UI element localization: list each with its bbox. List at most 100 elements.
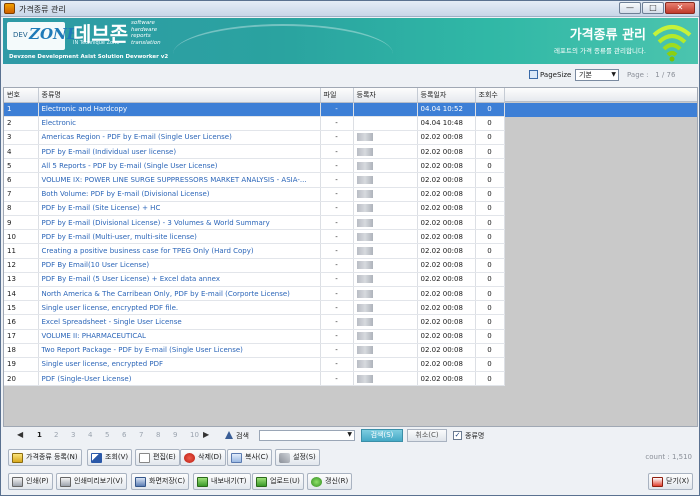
- table-row[interactable]: 14 North America & The Carribean Only, PD…: [4, 286, 505, 302]
- row-date: 02.02 00:08: [417, 258, 476, 273]
- row-date: 02.02 00:08: [417, 243, 476, 259]
- column-header-name[interactable]: 종류명: [38, 88, 321, 103]
- table-row[interactable]: 4 PDF by E-mail (Individual user license)…: [4, 144, 505, 160]
- table-row[interactable]: 13 PDF By E-mail (5 User License) + Excel…: [4, 272, 505, 287]
- copy-button[interactable]: 복사(C): [227, 449, 273, 466]
- row-name: Excel Spreadsheet - Single User License: [38, 314, 321, 330]
- view-button[interactable]: 조회(V): [87, 449, 133, 466]
- cancel-button[interactable]: 취소(C): [407, 429, 447, 442]
- table-row[interactable]: 10 PDF by E-mail (Multi-user, multi-site …: [4, 229, 505, 245]
- page-link[interactable]: 10: [190, 431, 199, 439]
- pager-bar: ◀ 1 2 3 4 5 6 7 8 9 10 ▶ 검색 ▼ 검색(S) 취소(C) ✓ 종류명: [3, 429, 698, 443]
- search-icon: [225, 431, 233, 439]
- row-file: -: [320, 158, 354, 174]
- print-preview-button[interactable]: 인쇄미리보기(V): [56, 473, 127, 490]
- row-name: PDF By E-mail (5 User License) + Excel d…: [38, 272, 321, 287]
- page-link[interactable]: 1: [37, 431, 42, 439]
- column-header-views[interactable]: 조회수: [475, 88, 505, 103]
- table-row[interactable]: 7 Both Volume: PDF by E-mail (Divisional …: [4, 187, 505, 202]
- prev-page-button[interactable]: ◀: [17, 430, 23, 439]
- column-header-file[interactable]: 파일: [320, 88, 354, 103]
- page-link[interactable]: 7: [139, 431, 143, 439]
- close-window-button[interactable]: ✕: [665, 2, 695, 14]
- app-icon: [4, 3, 15, 14]
- row-file: -: [320, 201, 354, 217]
- copy-icon: [231, 453, 242, 463]
- table-row[interactable]: 3 Americas Region - PDF by E-mail (Single…: [4, 130, 505, 146]
- column-header-date[interactable]: 등록일자: [417, 88, 476, 103]
- row-views: 0: [475, 130, 505, 146]
- row-file: -: [320, 144, 354, 160]
- page-link[interactable]: 6: [122, 431, 126, 439]
- row-number: 11: [4, 243, 39, 259]
- table-row[interactable]: 1 Electronic and Hardcopy - 04.04 10:52 0: [4, 102, 505, 117]
- pagesize-select[interactable]: 기본 ▼: [575, 69, 619, 81]
- table-row[interactable]: 9 PDF by E-mail (Divisional License) - 3 …: [4, 215, 505, 231]
- table-row[interactable]: 8 PDF by E-mail (Site License) + HC - 02.02…: [4, 201, 505, 217]
- row-date: 04.04 10:48: [417, 116, 476, 131]
- table-row[interactable]: 2 Electronic - 04.04 10:48 0: [4, 116, 505, 131]
- print-button[interactable]: 인쇄(P): [8, 473, 53, 490]
- logo: DEV ZONE: [7, 22, 78, 50]
- row-number: 13: [4, 272, 39, 287]
- row-name: PDF by E-mail (Site License) + HC: [38, 201, 321, 217]
- row-views: 0: [475, 243, 505, 259]
- table-row[interactable]: 6 VOLUME IX: POWER LINE SURGE SUPPRESSORS…: [4, 172, 505, 188]
- table-row[interactable]: 12 PDF By Email(10 User License) - 02.02 00…: [4, 258, 505, 273]
- upload-button[interactable]: 업로드(U): [252, 473, 304, 490]
- page-link[interactable]: 4: [88, 431, 92, 439]
- page-link[interactable]: 5: [105, 431, 109, 439]
- minimize-button[interactable]: —: [619, 2, 641, 14]
- upload-label: 업로드(U): [270, 477, 300, 485]
- row-name: PDF By Email(10 User License): [38, 258, 321, 273]
- table-row[interactable]: 16 Excel Spreadsheet - Single User Licens…: [4, 314, 505, 330]
- search-input[interactable]: ▼: [259, 430, 355, 441]
- export-button[interactable]: 내보내기(T): [193, 473, 251, 490]
- page-link[interactable]: 3: [71, 431, 75, 439]
- table-row[interactable]: 5 All 5 Reports - PDF by E-mail (Single U…: [4, 158, 505, 174]
- row-registrant: [353, 258, 418, 273]
- title-bar: 가격종류 관리 — □ ✕: [1, 1, 699, 17]
- edit-button[interactable]: 편집(E): [135, 449, 180, 466]
- page-description: 레포트의 가격 종류를 관리합니다.: [554, 47, 646, 55]
- row-name: PDF by E-mail (Individual user license): [38, 144, 321, 160]
- add-price-type-button[interactable]: 가격종류 등록(N): [8, 449, 82, 466]
- refresh-label: 갱신(R): [325, 477, 349, 485]
- page-link[interactable]: 8: [156, 431, 160, 439]
- refresh-button[interactable]: 갱신(R): [307, 473, 353, 490]
- redacted-registrant: [356, 332, 373, 341]
- table-row[interactable]: 20 PDF (Single-User License) - 02.02 00:08 0: [4, 371, 505, 387]
- delete-label: 삭제(D): [198, 453, 222, 461]
- table-row[interactable]: 11 Creating a positive business case for …: [4, 243, 505, 259]
- name-filter-checkbox[interactable]: ✓: [453, 431, 462, 440]
- table-row[interactable]: 19 Single user license, encrypted PDF - 02.…: [4, 357, 505, 373]
- wrench-icon: [279, 453, 290, 463]
- next-page-button[interactable]: ▶: [203, 430, 209, 439]
- column-header-no[interactable]: 번호: [4, 88, 39, 103]
- table-row[interactable]: 18 Two Report Package - PDF by E-mail (Si…: [4, 343, 505, 358]
- add-icon: [12, 453, 23, 463]
- window-title: 가격종류 관리: [19, 5, 66, 14]
- row-name: PDF by E-mail (Multi-user, multi-site li…: [38, 229, 321, 245]
- row-number: 18: [4, 343, 39, 358]
- settings-button[interactable]: 설정(S): [275, 449, 320, 466]
- table-row[interactable]: 15 Single user license, encrypted PDF fil…: [4, 300, 505, 316]
- view-label: 조회(V): [105, 453, 129, 461]
- logo-dev-text: DEV: [13, 31, 28, 39]
- row-number: 15: [4, 300, 39, 316]
- close-button[interactable]: 닫기(X): [648, 473, 694, 490]
- page-title: 가격종류 관리: [569, 28, 646, 43]
- save-screen-button[interactable]: 화면저장(C): [131, 473, 190, 490]
- row-views: 0: [475, 314, 505, 330]
- delete-button[interactable]: 삭제(D): [180, 449, 226, 466]
- search-button[interactable]: 검색(S): [361, 429, 403, 442]
- maximize-button[interactable]: □: [642, 2, 664, 14]
- pagesize-label: PageSize: [540, 71, 572, 79]
- table-row[interactable]: 17 VOLUME II: PHARMACEUTICAL - 02.02 00:08 0: [4, 329, 505, 344]
- row-name: North America & The Carribean Only, PDF …: [38, 286, 321, 302]
- column-header-registrant[interactable]: 등록자: [353, 88, 418, 103]
- row-date: 02.02 00:08: [417, 229, 476, 245]
- page-link[interactable]: 2: [54, 431, 58, 439]
- page-link[interactable]: 9: [173, 431, 177, 439]
- page-current: 1: [655, 71, 660, 79]
